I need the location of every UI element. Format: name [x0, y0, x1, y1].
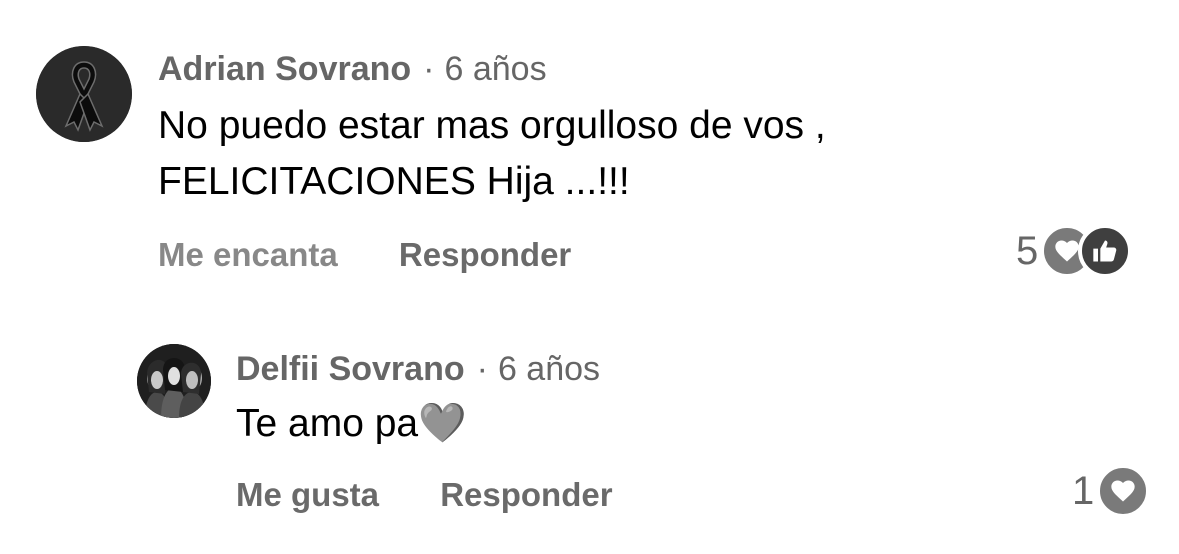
- author-name[interactable]: Delfii Sovrano: [236, 350, 465, 388]
- comment-time[interactable]: 6 años: [445, 50, 547, 88]
- comment-text-line: No puedo estar mas orgulloso de vos ,: [158, 104, 826, 147]
- reply-button[interactable]: Responder: [440, 478, 612, 511]
- comment-meta: Adrian Sovrano · 6 años: [158, 52, 547, 86]
- thumbs-up-icon: [1078, 224, 1133, 278]
- react-button[interactable]: Me encanta: [158, 238, 338, 271]
- reaction-count: 1: [1072, 468, 1095, 513]
- like-button[interactable]: Me gusta: [236, 478, 379, 511]
- comment-text-line: FELICITACIONES Hija ...!!!: [158, 160, 630, 203]
- heart-icon: [1096, 464, 1151, 518]
- comment-text: No puedo estar mas orgulloso de vos , FE…: [158, 98, 826, 210]
- avatar-adrian[interactable]: [36, 46, 132, 142]
- avatar-delfii[interactable]: [137, 344, 211, 418]
- comment-actions: Me encanta Responder: [158, 238, 571, 271]
- comment-meta: Delfii Sovrano · 6 años: [236, 352, 600, 386]
- reply-button[interactable]: Responder: [399, 238, 571, 271]
- comment-actions: Me gusta Responder: [236, 478, 613, 511]
- author-name[interactable]: Adrian Sovrano: [158, 50, 411, 88]
- black-ribbon-icon: [36, 46, 132, 142]
- comment-time[interactable]: 6 años: [498, 350, 600, 388]
- profile-photo-icon: [137, 344, 211, 418]
- reaction-count: 5: [1016, 228, 1039, 273]
- separator-dot: ·: [423, 50, 435, 88]
- comment-text: Te amo pa🩶: [236, 396, 467, 452]
- reaction-summary[interactable]: 5: [1016, 224, 1133, 278]
- grey-heart-emoji: 🩶: [418, 401, 467, 446]
- comment-text-line: Te amo pa: [236, 402, 419, 445]
- separator-dot: ·: [476, 350, 488, 388]
- reaction-summary[interactable]: 1: [1072, 464, 1151, 518]
